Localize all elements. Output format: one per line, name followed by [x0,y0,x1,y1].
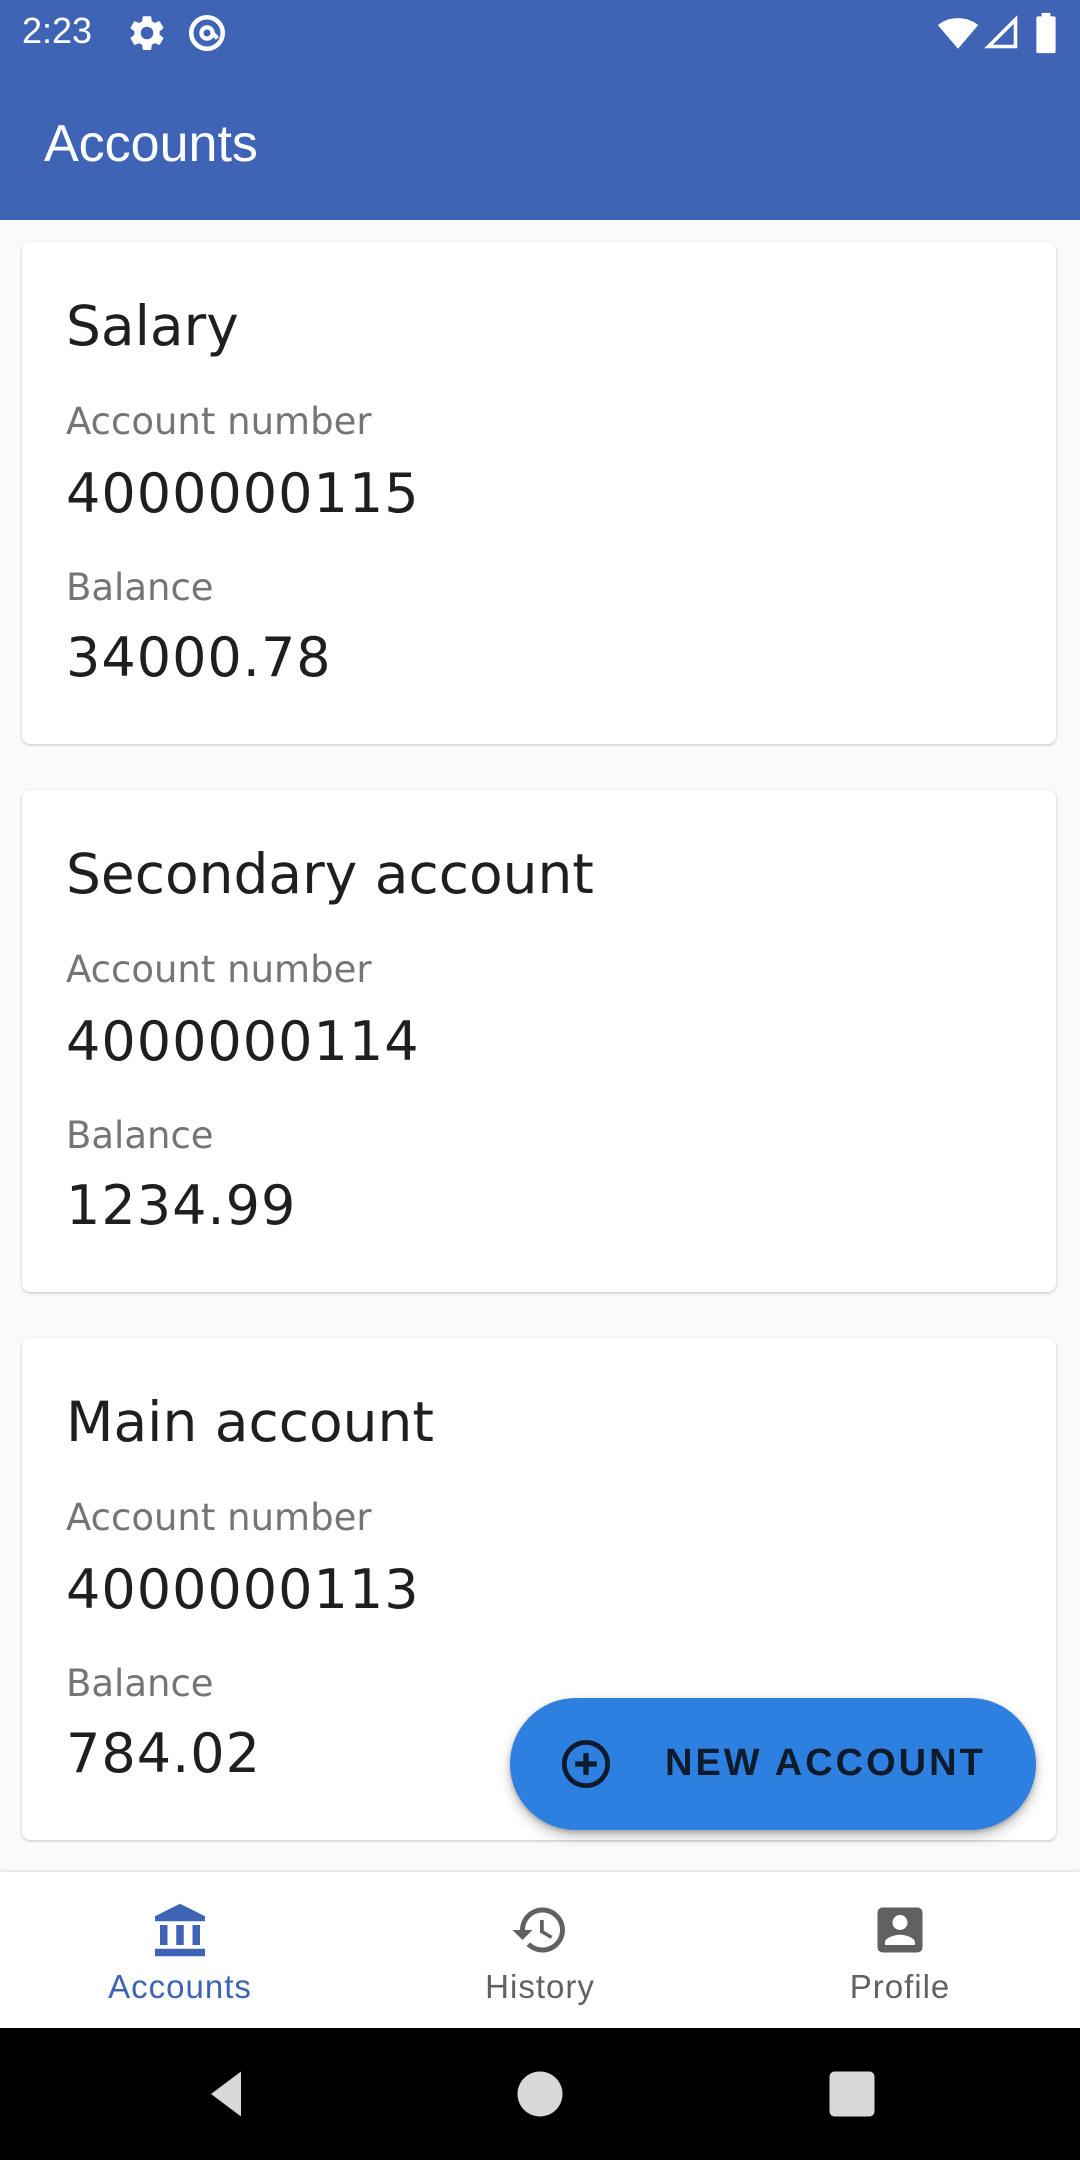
account-card[interactable]: Secondary account Account number 4000000… [22,790,1056,1292]
bank-icon [155,1903,205,1957]
account-number-label: Account number [66,948,372,991]
wifi-icon [937,18,979,49]
balance-value: 34000.78 [66,626,332,689]
nav-label-profile: Profile [849,1968,951,2005]
status-time: 2:23 [22,10,93,51]
balance-value: 1234.99 [66,1174,297,1237]
account-number: 4000000113 [66,1558,420,1621]
account-number-label: Account number [66,400,372,443]
account-number-label: Account number [66,1496,372,1539]
account-card[interactable]: Salary Account number 4000000115 Balance… [22,242,1056,744]
add-circle-icon [561,1739,611,1789]
system-nav-bar [0,2028,1080,2160]
page-title: Accounts [44,115,258,173]
history-icon [512,1907,565,1953]
balance-label: Balance [66,1662,214,1705]
back-icon[interactable] [196,2064,256,2124]
nav-label-history: History [485,1968,595,2005]
account-name: Main account [66,1390,434,1454]
nav-item-accounts[interactable]: Accounts [0,1872,360,2028]
account-name: Salary [66,294,239,358]
recents-icon[interactable] [822,2064,882,2124]
account-number: 4000000115 [66,462,420,525]
profile-icon [877,1907,923,1953]
balance-value: 784.02 [66,1722,261,1785]
new-account-button[interactable]: NEW ACCOUNT [510,1698,1036,1830]
account-name: Secondary account [66,842,594,906]
screen: 2:23 Accounts Salary Account number 4000… [0,0,1080,2160]
app-bar: Accounts [0,66,1080,220]
at-sign-icon [188,14,226,52]
bottom-nav: Accounts History Profile [0,1872,1080,2028]
account-number: 4000000114 [66,1010,420,1073]
battery-icon [1036,12,1056,54]
cell-signal-icon [984,15,1018,49]
balance-label: Balance [66,566,214,609]
nav-item-profile[interactable]: Profile [720,1872,1080,2028]
status-bar: 2:23 [0,0,1080,66]
home-icon[interactable] [510,2064,570,2124]
settings-gear-icon [130,16,164,50]
nav-item-history[interactable]: History [360,1872,720,2028]
balance-label: Balance [66,1114,214,1157]
new-account-label: NEW ACCOUNT [665,1742,986,1784]
nav-label-accounts: Accounts [108,1968,252,2005]
